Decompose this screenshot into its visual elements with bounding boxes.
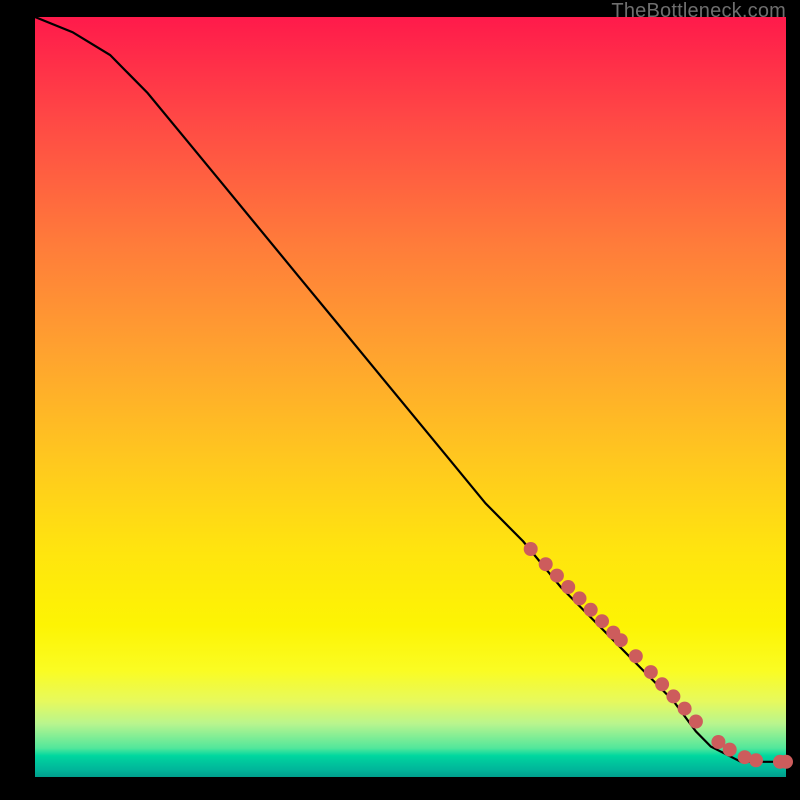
data-dot xyxy=(614,633,628,647)
chart-svg xyxy=(35,17,786,777)
data-dot xyxy=(573,591,587,605)
data-dot xyxy=(749,753,763,767)
data-dot xyxy=(644,665,658,679)
data-dot xyxy=(655,677,669,691)
data-dot xyxy=(689,715,703,729)
data-dots xyxy=(524,542,793,769)
data-dot xyxy=(539,557,553,571)
data-dot xyxy=(723,743,737,757)
data-dot xyxy=(550,569,564,583)
attribution-label: TheBottleneck.com xyxy=(611,0,786,23)
data-dot xyxy=(524,542,538,556)
data-dot xyxy=(584,603,598,617)
bottleneck-curve xyxy=(35,17,786,762)
data-dot xyxy=(678,702,692,716)
data-dot xyxy=(595,614,609,628)
chart-frame: TheBottleneck.com xyxy=(0,0,800,800)
data-dot xyxy=(561,580,575,594)
data-dot xyxy=(779,755,793,769)
data-dot xyxy=(629,649,643,663)
data-dot xyxy=(666,689,680,703)
plot-area xyxy=(35,17,786,777)
